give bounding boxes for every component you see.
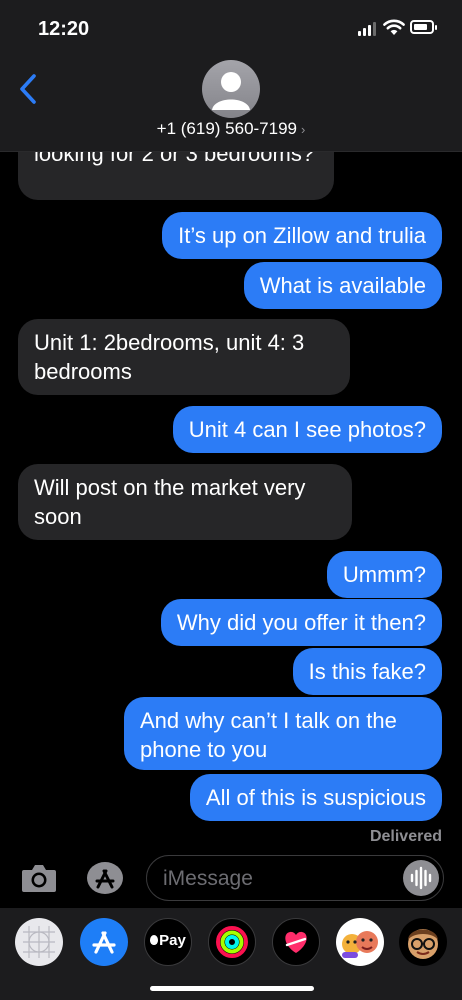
memoji-stickers-app-icon[interactable] (336, 918, 384, 966)
apple-pay-label: Pay (159, 932, 186, 949)
audio-message-button[interactable] (403, 860, 439, 896)
camera-icon[interactable] (20, 860, 58, 896)
activity-rings-icon (216, 926, 248, 958)
apple-logo-icon (150, 935, 159, 945)
contact-name[interactable]: +1 (619) 560-7199 › (0, 119, 462, 139)
photos-grid-icon (23, 926, 55, 958)
message-text: Ummm? (342, 562, 426, 587)
memoji-app-icon[interactable] (399, 918, 447, 966)
message-input-field[interactable] (146, 855, 444, 901)
message-input[interactable] (161, 864, 405, 894)
message-text: Why did you offer it then? (176, 610, 426, 635)
person-icon (212, 72, 250, 110)
message-bubble[interactable]: Will post on the market very soon (18, 464, 352, 540)
contact-number: +1 (619) 560-7199 (156, 119, 297, 138)
message-bubble[interactable]: And why can’t I talk on the phone to you (124, 697, 442, 770)
memoji-faces-icon (342, 931, 378, 958)
battery-level (414, 24, 427, 30)
message-text: Is this fake? (308, 659, 426, 684)
message-text: What is available (259, 273, 426, 298)
message-bubble[interactable]: All of this is suspicious (189, 774, 442, 821)
activity-app-icon[interactable] (208, 918, 256, 966)
message-text: Will post on the market very soon (34, 475, 306, 529)
delivered-status: Delivered (369, 828, 442, 845)
heart-icon (285, 931, 307, 953)
home-indicator[interactable] (150, 986, 314, 991)
back-chevron-icon[interactable] (14, 72, 42, 106)
photos-app-icon[interactable] (15, 918, 63, 966)
app-store-icon[interactable] (84, 860, 126, 896)
message-text: Unit 4 can I see photos? (188, 417, 426, 442)
wifi-icon (383, 19, 405, 35)
message-text: And why can’t I talk on the phone to you (140, 708, 397, 762)
message-bubble[interactable]: Is this fake? (292, 648, 442, 695)
digital-touch-app-icon[interactable] (272, 918, 320, 966)
message-text: It’s up on Zillow and trulia (178, 223, 426, 248)
status-bar: 12:20 (0, 0, 462, 56)
memoji-face-icon (408, 929, 438, 959)
cellular-signal-icon (358, 22, 376, 36)
message-bubble[interactable]: What is available (243, 262, 442, 309)
apple-pay-app-icon[interactable]: Pay (144, 918, 192, 966)
chevron-right-icon: › (301, 122, 306, 137)
app-store-app-icon[interactable] (80, 918, 128, 966)
waveform-icon (410, 866, 432, 890)
message-text: Unit 1: 2bedrooms, unit 4: 3 bedrooms (34, 330, 305, 384)
contact-avatar[interactable] (202, 60, 260, 118)
message-bubble[interactable]: Unit 1: 2bedrooms, unit 4: 3 bedrooms (18, 319, 350, 395)
message-bubble[interactable]: It’s up on Zillow and trulia (162, 212, 442, 259)
battery-icon (410, 20, 437, 34)
message-bubble[interactable]: Ummm? (326, 551, 442, 598)
app-store-glyph-icon (92, 931, 116, 954)
message-text: All of this is suspicious (205, 785, 426, 810)
clock: 12:20 (38, 18, 90, 40)
conversation-header: 12:20 +1 (619) 560-7199 › (0, 0, 462, 152)
message-bubble[interactable]: Why did you offer it then? (160, 599, 442, 646)
message-bubble[interactable]: Unit 4 can I see photos? (172, 406, 442, 453)
